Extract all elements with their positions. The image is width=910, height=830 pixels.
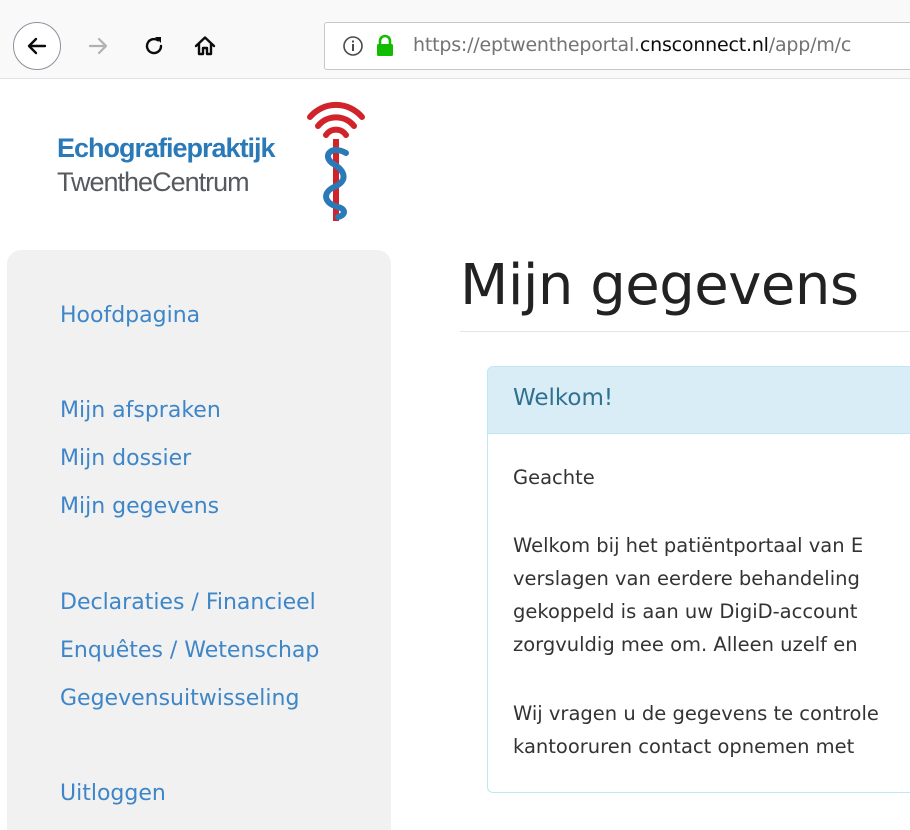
logo-line2: TwentheCentrum [57, 167, 250, 197]
intro-paragraph: Welkom bij het patiëntportaal van E vers… [513, 529, 863, 661]
reload-icon [145, 37, 163, 55]
home-icon [194, 36, 216, 56]
address-bar[interactable]: https://eptwentheportal.cnsconnect.nl/ap… [324, 22, 910, 70]
url-prefix: https://eptwentheportal. [413, 34, 640, 56]
url-text[interactable]: https://eptwentheportal.cnsconnect.nl/ap… [413, 34, 851, 56]
arrow-left-icon [27, 37, 47, 55]
intro-line: zorgvuldig mee om. Alleen uzelf en [513, 633, 858, 656]
back-button[interactable] [13, 22, 61, 70]
reload-button[interactable] [134, 26, 174, 66]
toolbar-divider [0, 78, 910, 79]
ultrasound-staff-icon [307, 101, 365, 221]
forward-button[interactable] [78, 26, 118, 66]
sidebar-item-mijn-dossier[interactable]: Mijn dossier [60, 446, 191, 471]
url-domain: cnsconnect.nl [639, 34, 769, 56]
greeting-text: Geachte [513, 466, 595, 489]
home-button[interactable] [185, 26, 225, 66]
title-divider [460, 331, 910, 332]
panel-header: Welkom! [488, 367, 910, 434]
welcome-panel: Welkom! Geachte Welkom bij het patiëntpo… [487, 366, 910, 793]
browser-toolbar: https://eptwentheportal.cnsconnect.nl/ap… [0, 0, 910, 78]
url-suffix: /app/m/c [768, 34, 852, 56]
check-paragraph: Wij vragen u de gegevens te controle kan… [513, 697, 879, 763]
panel-title: Welkom! [513, 385, 614, 411]
sidebar-item-uitloggen[interactable]: Uitloggen [60, 781, 166, 806]
check-line: kantooruren contact opnemen met [513, 735, 855, 758]
sidebar-item-enquetes[interactable]: Enquêtes / Wetenschap [60, 638, 319, 663]
lock-icon[interactable] [373, 33, 397, 59]
intro-line: Welkom bij het patiëntportaal van E [513, 534, 864, 557]
sidebar-item-hoofdpagina[interactable]: Hoofdpagina [60, 303, 200, 328]
intro-line: verslagen van eerdere behandeling [513, 567, 860, 590]
sidebar-item-mijn-afspraken[interactable]: Mijn afspraken [60, 398, 221, 423]
site-logo[interactable]: Echografiepraktijk TwentheCentrum [57, 95, 377, 225]
logo-line1: Echografiepraktijk [57, 133, 276, 163]
check-line: Wij vragen u de gegevens te controle [513, 702, 879, 725]
arrow-right-icon [88, 37, 108, 55]
sidebar-item-declaraties[interactable]: Declaraties / Financieel [60, 590, 316, 615]
sidebar: Hoofdpagina Mijn afspraken Mijn dossier … [7, 250, 391, 830]
sidebar-item-gegevensuitwisseling[interactable]: Gegevensuitwisseling [60, 686, 299, 711]
sidebar-item-mijn-gegevens[interactable]: Mijn gegevens [60, 494, 219, 519]
info-icon[interactable] [341, 34, 365, 58]
intro-line: gekoppeld is aan uw DigiD-account [513, 600, 858, 623]
page-title: Mijn gegevens [460, 253, 859, 318]
